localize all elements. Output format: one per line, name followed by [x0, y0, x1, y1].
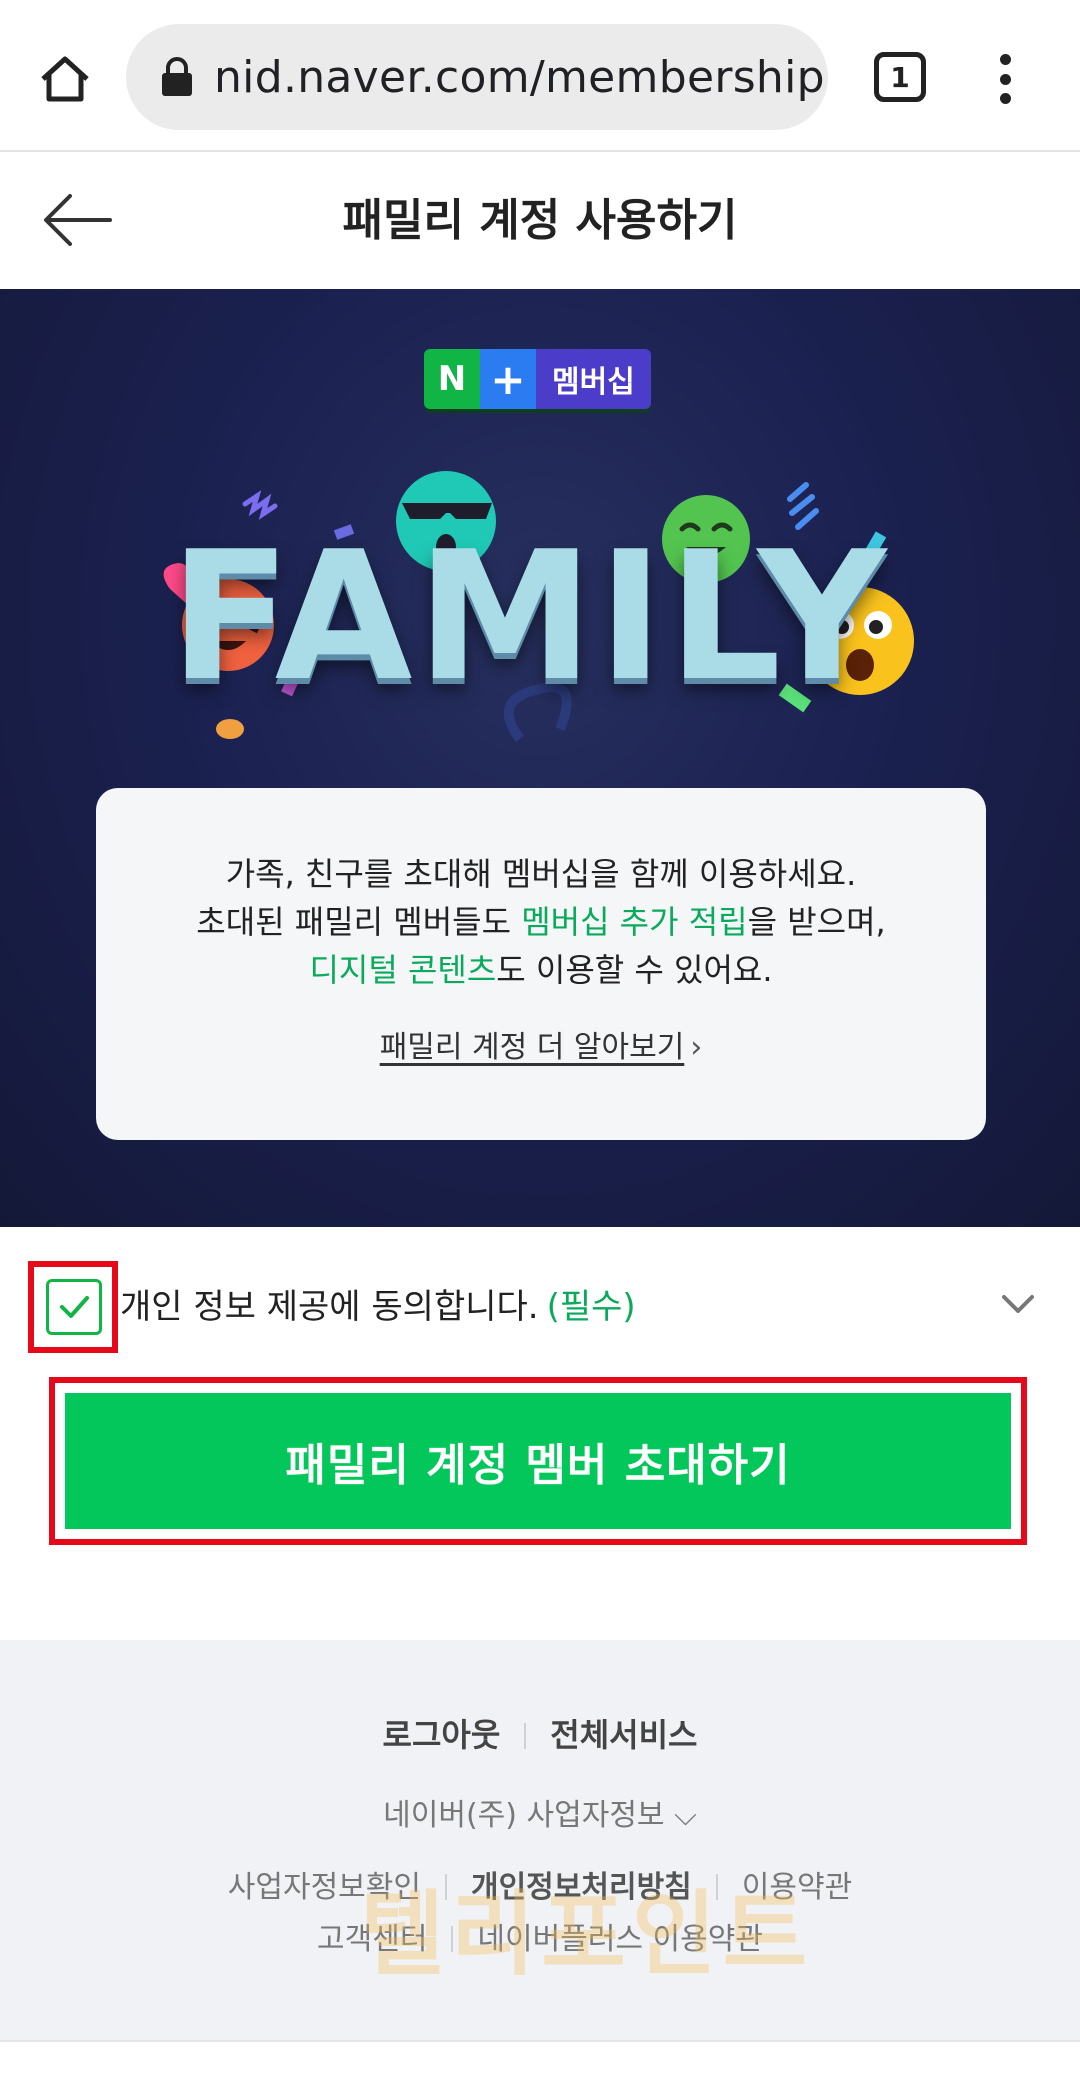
address-bar[interactable]: nid.naver.com/membership/	[126, 24, 828, 130]
badge-n: N	[424, 349, 480, 409]
overflow-menu-icon[interactable]	[990, 44, 1020, 114]
consent-label: 개인 정보 제공에 동의합니다. (필수)	[120, 1287, 636, 1327]
highlight-extra-points: 멤버십 추가 적립	[521, 903, 748, 941]
info-card: 가족, 친구를 초대해 멤버십을 함께 이용하세요. 초대된 패밀리 멤버들도 …	[96, 788, 986, 1140]
page-title: 패밀리 계정 사용하기	[342, 195, 738, 246]
terms-link[interactable]: 이용약관	[742, 1870, 852, 1905]
business-info-toggle[interactable]: 네이버(주) 사업자정보 ⌵	[0, 1790, 1080, 1834]
required-tag: (필수)	[546, 1287, 636, 1327]
bottom-bar	[0, 2040, 1080, 2080]
learn-more-link[interactable]: 패밀리 계정 더 알아보기	[380, 1022, 685, 1066]
privacy-consent-row: 개인 정보 제공에 동의합니다. (필수)	[0, 1227, 1080, 1353]
url-text: nid.naver.com/membership/	[214, 51, 828, 103]
all-services-link[interactable]: 전체서비스	[550, 1716, 697, 1754]
support-link[interactable]: 고객센터	[317, 1922, 427, 1957]
footer-links-row: 사업자정보확인 개인정보처리방침 이용약관	[0, 1862, 1080, 1906]
logout-link[interactable]: 로그아웃	[383, 1716, 501, 1754]
highlight-box-cta: 패밀리 계정 멤버 초대하기	[49, 1377, 1027, 1545]
invite-family-member-button[interactable]: 패밀리 계정 멤버 초대하기	[65, 1393, 1011, 1529]
footer-links-row-2: 고객센터 네이버플러스 이용약관	[0, 1914, 1080, 1958]
naver-plus-terms-link[interactable]: 네이버플러스 이용약관	[477, 1922, 763, 1957]
tab-count: 1	[890, 60, 910, 94]
footer-primary-links: 로그아웃 전체서비스	[0, 1710, 1080, 1756]
nplus-membership-badge: N + 멤버십	[424, 349, 651, 409]
consent-checkbox[interactable]	[46, 1279, 102, 1335]
tab-switcher-button[interactable]: 1	[874, 52, 926, 102]
info-line-1: 가족, 친구를 초대해 멤버십을 함께 이용하세요.	[225, 855, 857, 893]
business-check-link[interactable]: 사업자정보확인	[228, 1870, 421, 1905]
chevron-down-icon: ⌵	[674, 1798, 697, 1833]
family-title: FAMILY	[169, 513, 891, 720]
checkmark-icon	[60, 1296, 89, 1318]
highlight-digital-content: 디지털 콘텐츠	[309, 951, 497, 989]
chevron-right-icon: ›	[690, 1030, 703, 1065]
info-line-3: 디지털 콘텐츠도 이용할 수 있어요.	[309, 951, 773, 989]
badge-plus: +	[480, 349, 536, 409]
home-icon[interactable]	[30, 44, 100, 114]
back-arrow-icon[interactable]	[40, 188, 116, 252]
page-header: 패밀리 계정 사용하기	[0, 152, 1080, 289]
lock-icon	[162, 57, 192, 96]
chevron-down-icon[interactable]	[998, 1283, 1038, 1323]
hero-banner: N + 멤버십 FAMILY 가족, 친구를 초대해 멤버십을 함께 이용하세요…	[0, 289, 1080, 1227]
info-line-2: 초대된 패밀리 멤버들도 멤버십 추가 적립을 받으며,	[196, 903, 886, 941]
privacy-policy-link[interactable]: 개인정보처리방침	[471, 1870, 692, 1905]
browser-toolbar: nid.naver.com/membership/ 1	[0, 0, 1080, 152]
badge-text: 멤버십	[536, 349, 651, 409]
highlight-box-checkbox	[28, 1261, 118, 1353]
footer: 로그아웃 전체서비스 네이버(주) 사업자정보 ⌵ 사업자정보확인 개인정보처리방침…	[0, 1640, 1080, 2040]
